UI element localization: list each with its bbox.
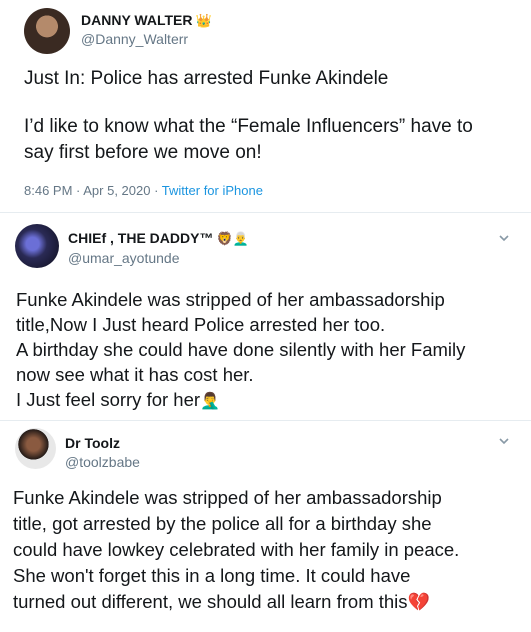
tweet-text-line: turned out different, we should all lear… <box>13 589 523 615</box>
tweet-meta: 8:46 PM · Apr 5, 2020 · Twitter for iPho… <box>24 183 263 198</box>
tweet-text-line: title,Now I Just heard Police arrested h… <box>16 314 386 335</box>
tweet-text-line: now see what it has cost her. <box>16 364 254 385</box>
tweet-text-fragment: I Just feel sorry for her <box>16 389 201 410</box>
author-handle[interactable]: @toolzbabe <box>65 454 140 470</box>
author-name-text[interactable]: DANNY WALTER <box>81 12 192 28</box>
tweet-text: Just In: Police has arrested Funke Akind… <box>24 66 504 166</box>
tweet-text-line: I’d like to know what the “Female Influe… <box>24 116 473 163</box>
author-name[interactable]: DANNY WALTER 👑 <box>81 12 212 29</box>
author-handle[interactable]: @umar_ayotunde <box>68 250 180 266</box>
tweet-text: Funke Akindele was stripped of her ambas… <box>16 287 521 414</box>
lion-face-icon: 🦁👨‍🦳 <box>216 231 249 247</box>
tweet-text-line: Just In: Police has arrested Funke Akind… <box>24 68 389 89</box>
main-tweet: DANNY WALTER 👑 @Danny_Walterr Just In: Po… <box>0 0 531 211</box>
avatar[interactable] <box>15 224 59 268</box>
avatar[interactable] <box>24 8 70 54</box>
facepalm-emoji-icon: 🤦‍♂️ <box>200 393 220 410</box>
tweet-text: Funke Akindele was stripped of her ambas… <box>13 485 523 615</box>
author-name[interactable]: CHIEf , THE DADDY™ 🦁👨‍🦳 <box>68 230 249 247</box>
author-handle[interactable]: @Danny_Walterr <box>81 31 188 47</box>
tweet-source-link[interactable]: Twitter for iPhone <box>162 183 263 198</box>
crown-icon: 👑 <box>195 13 212 29</box>
author-name[interactable]: Dr Toolz <box>65 435 120 451</box>
broken-heart-emoji-icon: 💔 <box>407 592 430 612</box>
tweet-text-fragment: turned out different, we should all lear… <box>13 591 408 612</box>
author-name-text[interactable]: CHIEf , THE DADDY™ <box>68 230 213 246</box>
tweet-text-line: She won't forget this in a long time. It… <box>13 565 411 586</box>
reply-tweet: Dr Toolz @toolzbabe Funke Akindele was s… <box>0 420 531 632</box>
chevron-down-icon[interactable] <box>498 435 510 447</box>
tweet-timestamp[interactable]: 8:46 PM · Apr 5, 2020 · <box>24 183 162 198</box>
chevron-down-icon[interactable] <box>498 232 510 244</box>
tweet-text-line: could have lowkey celebrated with her fa… <box>13 539 460 560</box>
tweet-text-line: I Just feel sorry for her🤦‍♂️ <box>16 387 521 414</box>
tweet-text-line: Funke Akindele was stripped of her ambas… <box>13 487 442 508</box>
tweet-text-line: A birthday she could have done silently … <box>16 339 466 360</box>
reply-tweet: CHIEf , THE DADDY™ 🦁👨‍🦳 @umar_ayotunde Fu… <box>0 212 531 421</box>
tweet-text-line: title, got arrested by the police all fo… <box>13 513 432 534</box>
tweet-text-line: Funke Akindele was stripped of her ambas… <box>16 289 445 310</box>
avatar[interactable] <box>15 428 56 469</box>
